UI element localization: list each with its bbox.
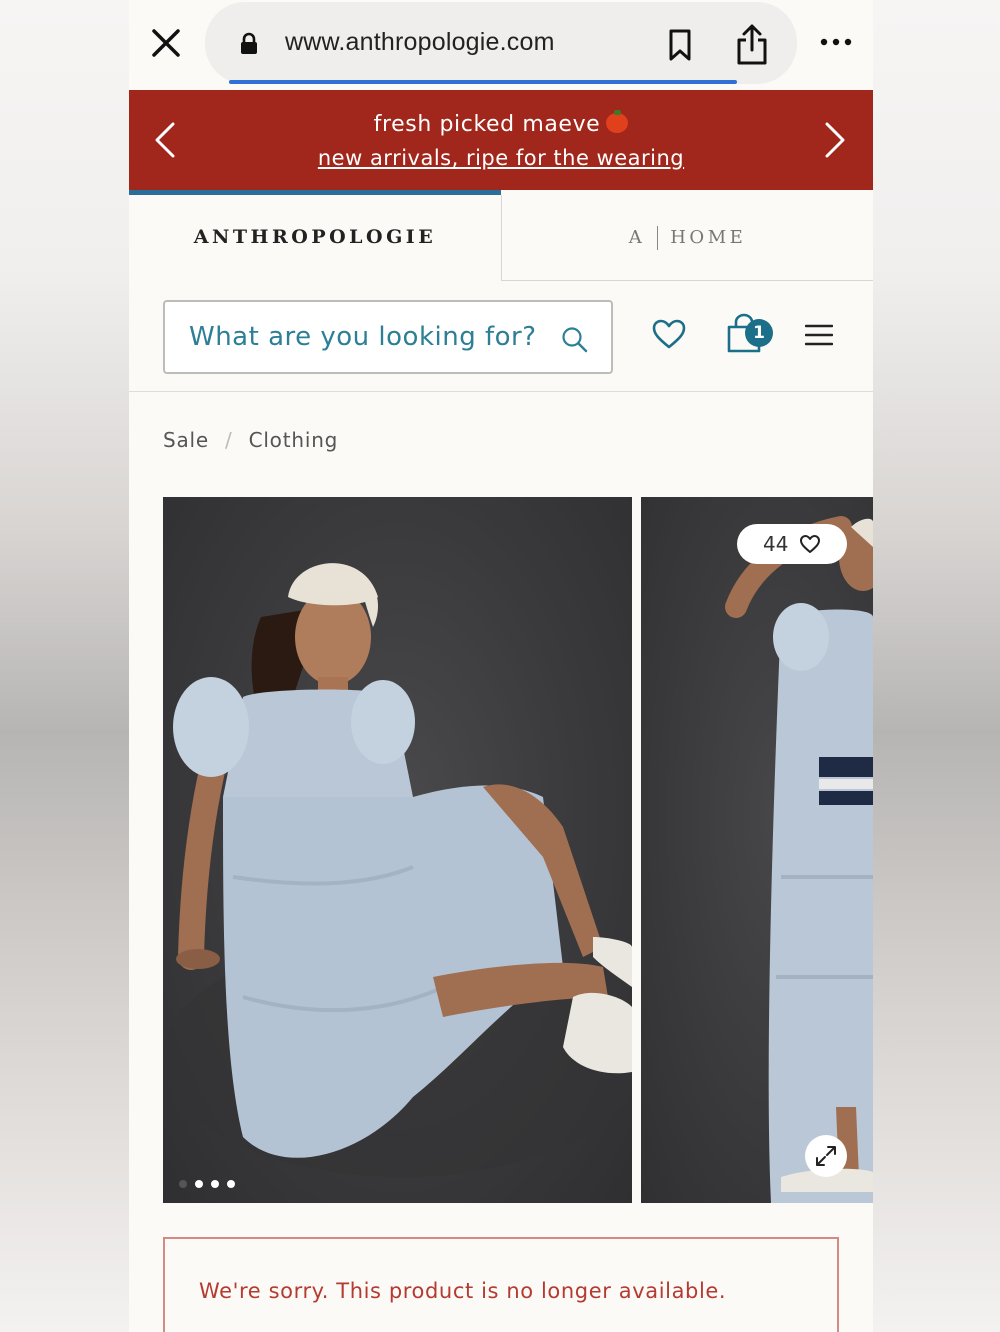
carousel-dots	[179, 1173, 243, 1192]
blurred-backdrop-left	[0, 0, 129, 1332]
model-standing-photo	[725, 516, 873, 1203]
breadcrumb: Sale / Clothing	[163, 428, 338, 452]
carousel-dot[interactable]	[211, 1180, 219, 1188]
lock-icon	[241, 32, 257, 54]
blurred-backdrop-right	[873, 0, 1000, 1332]
wishlist-heart-icon[interactable]	[651, 318, 687, 350]
address-bar[interactable]: www.anthropologie.com	[205, 2, 797, 84]
home-tab-divider	[657, 225, 659, 250]
carousel-dot[interactable]	[227, 1180, 235, 1188]
breadcrumb-item-clothing[interactable]: Clothing	[249, 428, 339, 452]
likes-button[interactable]: 44	[737, 524, 847, 564]
close-icon[interactable]	[149, 26, 183, 60]
url-text: www.anthropologie.com	[285, 28, 555, 56]
unavailable-message: We're sorry. This product is no longer a…	[199, 1279, 727, 1303]
phone-screen: www.anthropologie.com fresh picked maeve…	[129, 0, 873, 1332]
expand-icon	[816, 1146, 836, 1166]
carousel-dot-active[interactable]	[179, 1180, 187, 1188]
search-icon[interactable]	[561, 326, 589, 354]
tab-anthropologie-home[interactable]: A HOME	[501, 195, 873, 281]
browser-toolbar: www.anthropologie.com	[129, 0, 873, 90]
chevron-right-icon[interactable]	[819, 120, 849, 160]
breadcrumb-item-sale[interactable]: Sale	[163, 428, 209, 452]
expand-image-button[interactable]	[805, 1135, 847, 1177]
breadcrumb-separator: /	[225, 428, 233, 452]
promo-banner: fresh picked maeve new arrivals, ripe fo…	[129, 90, 873, 190]
more-options-icon[interactable]	[819, 36, 853, 48]
likes-count: 44	[763, 532, 789, 556]
product-unavailable-notice: We're sorry. This product is no longer a…	[163, 1237, 839, 1332]
share-icon[interactable]	[735, 22, 769, 66]
search-input[interactable]: What are you looking for?	[163, 300, 613, 374]
hamburger-menu-icon[interactable]	[805, 323, 833, 347]
header-search-row: What are you looking for? 1	[129, 283, 873, 392]
carousel-dot[interactable]	[195, 1180, 203, 1188]
heart-icon	[800, 535, 820, 553]
promo-link[interactable]: new arrivals, ripe for the wearing	[129, 146, 873, 170]
promo-title-text: fresh picked maeve	[373, 112, 601, 137]
tomato-icon	[606, 110, 629, 133]
product-image-main[interactable]	[163, 497, 632, 1203]
home-tab-letter: A	[628, 227, 646, 248]
tab-anthropologie[interactable]: ANTHROPOLOGIE	[129, 195, 501, 279]
model-seated-photo	[163, 563, 632, 1177]
product-image-secondary[interactable]: 44	[641, 497, 873, 1203]
page-load-progress	[229, 80, 737, 84]
promo-title: fresh picked maeve	[129, 110, 873, 137]
bookmark-icon[interactable]	[667, 28, 693, 62]
search-placeholder: What are you looking for?	[189, 322, 537, 352]
home-tab-label: HOME	[670, 227, 747, 248]
bag-count-badge: 1	[745, 319, 773, 347]
brand-tabs: ANTHROPOLOGIE A HOME	[129, 195, 873, 283]
